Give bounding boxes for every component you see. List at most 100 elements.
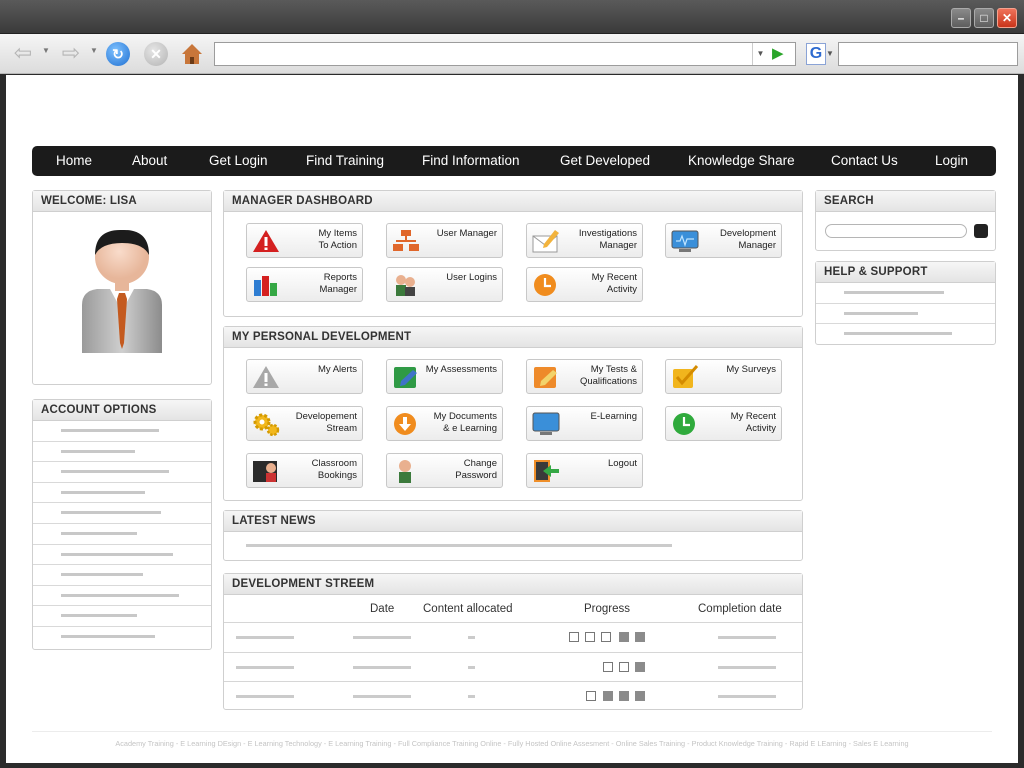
account-option-item[interactable] <box>33 545 211 566</box>
help-support-item[interactable] <box>816 324 995 345</box>
nav-get-login[interactable]: Get Login <box>209 146 268 176</box>
nav-knowledge-share[interactable]: Knowledge Share <box>688 146 795 176</box>
account-option-item[interactable] <box>33 586 211 607</box>
progress-step-empty <box>586 691 596 701</box>
welcome-panel: WELCOME: LISA <box>32 190 212 385</box>
column-date[interactable]: Date <box>370 603 394 615</box>
tile-e-learning[interactable]: E-Learning <box>526 406 643 441</box>
go-button[interactable]: ▶ <box>772 43 784 65</box>
nav-home[interactable]: Home <box>56 146 92 176</box>
tile-my-tests-qualifications[interactable]: My Tests & Qualifications <box>526 359 643 394</box>
account-option-item[interactable] <box>33 524 211 545</box>
tile-investigations-manager[interactable]: Investigations Manager <box>526 223 643 258</box>
url-input[interactable] <box>214 42 796 66</box>
account-option-item[interactable] <box>33 627 211 648</box>
tile-classroom-bookings[interactable]: Classroom Bookings <box>246 453 363 488</box>
tile-label: Change Password <box>455 458 497 481</box>
progress-step-filled <box>635 662 645 672</box>
nav-find-information[interactable]: Find Information <box>422 146 520 176</box>
progress-step-filled <box>635 632 645 642</box>
page-viewport: Home About Get Login Find Training Find … <box>6 75 1018 763</box>
progress-step-filled <box>619 632 629 642</box>
progress-step-empty <box>603 662 613 672</box>
forward-history-dropdown[interactable]: ▼ <box>90 46 98 55</box>
nav-login[interactable]: Login <box>935 146 968 176</box>
tile-development-manager[interactable]: Development Manager <box>665 223 782 258</box>
footer-links[interactable]: Academy Training - E Learning DEsign - E… <box>6 739 1018 748</box>
tile-user-logins[interactable]: User Logins <box>386 267 503 302</box>
maximize-button[interactable]: □ <box>974 8 994 28</box>
account-option-item[interactable] <box>33 606 211 627</box>
search-title: SEARCH <box>816 191 995 212</box>
progress-step-filled <box>619 691 629 701</box>
avatar <box>77 225 167 365</box>
personal-development-title: MY PERSONAL DEVELOPMENT <box>224 327 802 348</box>
search-button[interactable] <box>974 224 988 238</box>
nav-get-developed[interactable]: Get Developed <box>560 146 650 176</box>
close-window-button[interactable]: ✕ <box>997 8 1017 28</box>
nav-contact-us[interactable]: Contact Us <box>831 146 898 176</box>
tile-developement-stream[interactable]: Developement Stream <box>246 406 363 441</box>
nav-about[interactable]: About <box>132 146 167 176</box>
stop-icon[interactable]: ✕ <box>144 42 168 66</box>
table-row[interactable] <box>224 681 802 710</box>
column-content-allocated[interactable]: Content allocated <box>423 603 513 615</box>
tile-my-recent-activity-personal[interactable]: My Recent Activity <box>665 406 782 441</box>
home-icon[interactable] <box>180 42 204 66</box>
account-options-panel: ACCOUNT OPTIONS <box>32 399 212 650</box>
account-option-item[interactable] <box>33 442 211 463</box>
tile-label: My Items To Action <box>318 228 357 251</box>
tile-label: My Surveys <box>726 364 776 375</box>
tile-label: Classroom Bookings <box>311 458 357 481</box>
tile-change-password[interactable]: Change Password <box>386 453 503 488</box>
search-input[interactable] <box>825 224 967 238</box>
progress-step-filled <box>635 691 645 701</box>
tile-label: My Recent Activity <box>591 272 637 295</box>
minimize-button[interactable]: – <box>951 8 971 28</box>
tile-my-alerts[interactable]: My Alerts <box>246 359 363 394</box>
tile-user-manager[interactable]: User Manager <box>386 223 503 258</box>
back-arrow-icon[interactable]: ⇦ <box>10 42 36 66</box>
tile-my-assessments[interactable]: My Assessments <box>386 359 503 394</box>
help-support-item[interactable] <box>816 283 995 304</box>
tile-label: User Logins <box>446 272 497 283</box>
account-option-item[interactable] <box>33 565 211 586</box>
help-support-item[interactable] <box>816 304 995 325</box>
tile-my-documents-elearning[interactable]: My Documents & e Learning <box>386 406 503 441</box>
table-row[interactable] <box>224 622 802 651</box>
tile-label: Developement Stream <box>295 411 357 434</box>
search-engine-dropdown[interactable]: ▼ <box>826 43 834 65</box>
nav-find-training[interactable]: Find Training <box>306 146 384 176</box>
column-completion-date[interactable]: Completion date <box>698 603 782 615</box>
column-progress[interactable]: Progress <box>584 603 630 615</box>
development-stream-title: DEVELOPMENT STREEM <box>224 574 802 595</box>
back-history-dropdown[interactable]: ▼ <box>42 46 50 55</box>
tile-label: My Alerts <box>317 364 357 375</box>
tile-my-recent-activity-manager[interactable]: My Recent Activity <box>526 267 643 302</box>
footer-divider <box>32 731 992 732</box>
tile-label: My Documents & e Learning <box>433 411 497 434</box>
tile-label: My Assessments <box>425 364 497 375</box>
table-header: Date Content allocated Progress Completi… <box>224 596 802 622</box>
url-dropdown[interactable]: ▼ <box>752 43 768 65</box>
tile-my-items-to-action[interactable]: My Items To Action <box>246 223 363 258</box>
tile-label: Investigations Manager <box>578 228 637 251</box>
refresh-icon[interactable]: ↻ <box>106 42 130 66</box>
progress-step-empty <box>601 632 611 642</box>
account-option-item[interactable] <box>33 503 211 524</box>
account-options-title: ACCOUNT OPTIONS <box>33 400 211 421</box>
forward-arrow-icon[interactable]: ⇨ <box>58 42 84 66</box>
tile-my-surveys[interactable]: My Surveys <box>665 359 782 394</box>
account-option-item[interactable] <box>33 483 211 504</box>
help-support-title: HELP & SUPPORT <box>816 262 995 283</box>
news-item-placeholder[interactable] <box>246 544 672 547</box>
account-option-item[interactable] <box>33 421 211 442</box>
search-engine-logo[interactable]: G <box>806 43 826 65</box>
table-row[interactable] <box>224 652 802 681</box>
browser-search-input[interactable] <box>838 42 1018 66</box>
personal-development-panel: MY PERSONAL DEVELOPMENT My Alerts My Ass… <box>223 326 803 501</box>
account-option-item[interactable] <box>33 462 211 483</box>
tile-label: Development Manager <box>720 228 776 251</box>
tile-logout[interactable]: Logout <box>526 453 643 488</box>
tile-reports-manager[interactable]: Reports Manager <box>246 267 363 302</box>
